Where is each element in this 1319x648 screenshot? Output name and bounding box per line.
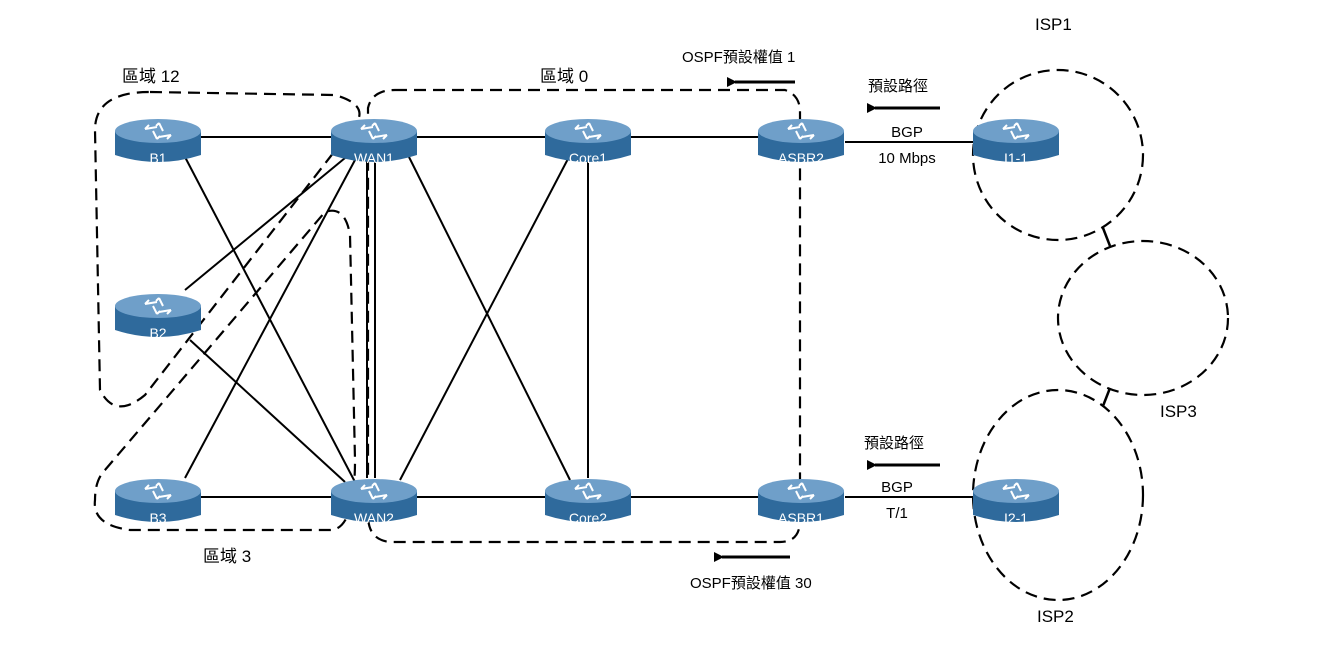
link-wan1-core2 [407, 154, 571, 481]
area3-label: 區域 3 [203, 547, 251, 566]
isp3-cloud [1056, 239, 1230, 397]
isp3-isp2-link [1101, 387, 1112, 407]
router-label: B2 [149, 325, 166, 341]
router-label: ASBR2 [778, 150, 824, 166]
router-label: WAN1 [354, 150, 394, 166]
bgp-bottom-label: BGP [881, 479, 913, 496]
bgp-bottom-speed-label: T/1 [886, 505, 908, 522]
link-wan2-core1 [399, 154, 571, 481]
router-label: I2-1 [1004, 510, 1028, 526]
isp1-label: ISP1 [1035, 15, 1072, 34]
isp2-label: ISP2 [1037, 607, 1074, 626]
router-b3[interactable]: B3 [115, 479, 201, 526]
router-label: Core2 [569, 510, 607, 526]
ospf-cost-bottom-label: OSPF預設權值 30 [690, 575, 812, 592]
router-asbr2[interactable]: ASBR2 [758, 119, 844, 166]
router-label: B3 [149, 510, 166, 526]
router-label: B1 [149, 150, 166, 166]
default-route-top-label: 預設路徑 [868, 78, 928, 95]
router-wan2[interactable]: WAN2 [331, 479, 417, 526]
area12-label: 區域 12 [122, 67, 180, 86]
isp3-label: ISP3 [1160, 402, 1197, 421]
router-i1-1[interactable]: I1-1 [973, 119, 1059, 166]
default-route-bottom-label: 預設路徑 [864, 435, 924, 452]
router-asbr1[interactable]: ASBR1 [758, 479, 844, 526]
area0-label: 區域 0 [540, 67, 588, 86]
router-label: WAN2 [354, 510, 394, 526]
router-i2-1[interactable]: I2-1 [973, 479, 1059, 526]
router-core1[interactable]: Core1 [545, 119, 631, 166]
bgp-top-label: BGP [891, 124, 923, 141]
bgp-top-speed-label: 10 Mbps [878, 150, 936, 167]
isp1-isp3-link [1101, 227, 1112, 247]
router-label: I1-1 [1004, 150, 1028, 166]
router-b1[interactable]: B1 [115, 119, 201, 166]
router-label: ASBR1 [778, 510, 824, 526]
router-core2[interactable]: Core2 [545, 479, 631, 526]
network-topology-diagram: B1 B2 B3 WAN1 WAN2 Core1 Core2 ASBR2 ASB… [93, 15, 1230, 626]
router-b2[interactable]: B2 [115, 294, 201, 341]
link-b2-wan2 [189, 339, 346, 483]
router-label: Core1 [569, 150, 607, 166]
ospf-cost-top-label: OSPF預設權值 1 [682, 49, 795, 66]
links [184, 136, 975, 498]
